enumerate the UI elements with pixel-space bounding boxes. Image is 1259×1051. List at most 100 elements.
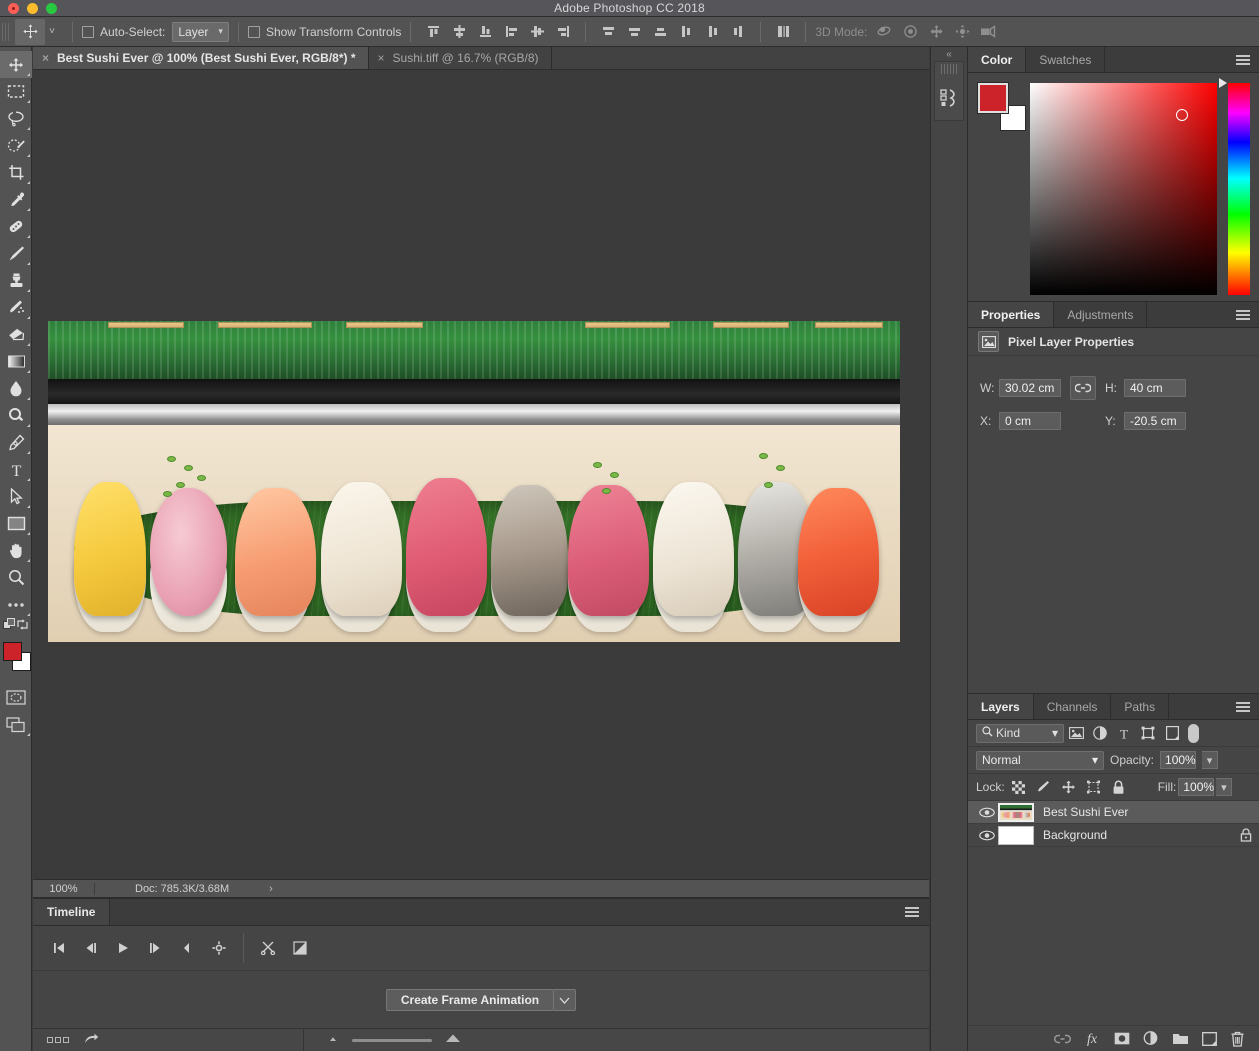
pen-tool[interactable]: [0, 429, 32, 456]
align-bottom-edges-button[interactable]: [472, 21, 498, 43]
auto-select-scope-dropdown[interactable]: Layer ▾: [172, 21, 229, 42]
width-input[interactable]: 30.02 cm: [999, 379, 1061, 397]
layer-name[interactable]: Best Sushi Ever: [1043, 805, 1233, 819]
close-icon[interactable]: ×: [42, 52, 49, 64]
lock-all-icon[interactable]: [1107, 776, 1130, 798]
filter-adjustment-icon[interactable]: [1088, 722, 1112, 744]
lock-artboard-nesting-icon[interactable]: [1082, 776, 1105, 798]
filter-enable-toggle[interactable]: [1188, 723, 1199, 743]
move-tool[interactable]: [0, 51, 32, 78]
foreground-background-colors[interactable]: [0, 638, 32, 678]
canvas-area[interactable]: [33, 70, 929, 879]
align-top-edges-button[interactable]: [420, 21, 446, 43]
quick-selection-tool[interactable]: [0, 132, 32, 159]
spot-healing-brush-tool[interactable]: [0, 213, 32, 240]
hand-tool[interactable]: [0, 537, 32, 564]
eraser-tool[interactable]: [0, 321, 32, 348]
brush-tool[interactable]: [0, 240, 32, 267]
tool-preset-chevron-icon[interactable]: ˅: [45, 26, 59, 37]
color-picker-cursor[interactable]: [1176, 109, 1188, 121]
timeline-panel-menu-icon[interactable]: [905, 907, 919, 917]
fill-input[interactable]: 100%: [1178, 778, 1215, 796]
default-colors-icon[interactable]: [3, 618, 16, 634]
layers-panel-menu-icon[interactable]: [1236, 702, 1250, 712]
align-horizontal-centers-button[interactable]: [524, 21, 550, 43]
render-video-icon[interactable]: [83, 1033, 99, 1048]
auto-select-checkbox[interactable]: [82, 25, 94, 38]
link-layers-icon[interactable]: [1054, 1034, 1071, 1044]
libraries-icon[interactable]: [935, 76, 963, 120]
go-to-first-frame-button[interactable]: [43, 931, 75, 965]
distribute-vertical-centers-button[interactable]: [621, 21, 647, 43]
split-clip-scissors-icon[interactable]: [252, 931, 284, 965]
tab-channels[interactable]: Channels: [1034, 694, 1112, 719]
distribute-left-edges-button[interactable]: [673, 21, 699, 43]
document-tab-best-sushi-ever[interactable]: × Best Sushi Ever @ 100% (Best Sushi Eve…: [33, 47, 369, 69]
tab-properties[interactable]: Properties: [968, 302, 1055, 327]
zoom-level[interactable]: 100%: [33, 882, 95, 895]
table-row[interactable]: Background: [968, 824, 1259, 847]
link-icon[interactable]: [1070, 376, 1096, 400]
status-expand-icon[interactable]: ›: [269, 883, 273, 895]
height-input[interactable]: 40 cm: [1124, 379, 1186, 397]
distribute-right-edges-button[interactable]: [725, 21, 751, 43]
pan-3d-icon[interactable]: [923, 21, 949, 43]
filter-pixel-icon[interactable]: [1064, 722, 1088, 744]
foreground-color-swatch[interactable]: [3, 642, 22, 661]
layer-name[interactable]: Background: [1043, 828, 1233, 842]
new-fill-adjustment-icon[interactable]: [1143, 1031, 1159, 1046]
layer-thumbnail[interactable]: [998, 825, 1034, 845]
blur-tool[interactable]: [0, 375, 32, 402]
slide-3d-icon[interactable]: [949, 21, 975, 43]
crop-tool[interactable]: [0, 159, 32, 186]
show-transform-controls-checkbox[interactable]: [247, 25, 260, 38]
transition-button[interactable]: [284, 931, 316, 965]
timeline-settings-gear-icon[interactable]: [203, 931, 235, 965]
filter-smart-object-icon[interactable]: [1160, 722, 1184, 744]
create-frame-animation-button[interactable]: Create Frame Animation: [385, 989, 555, 1011]
gradient-tool[interactable]: [0, 348, 32, 375]
previous-frame-button[interactable]: [75, 931, 107, 965]
edit-toolbar-tool[interactable]: [0, 591, 32, 618]
fill-chevron-down-icon[interactable]: ▾: [1216, 778, 1233, 796]
eyedropper-tool[interactable]: [0, 186, 32, 213]
new-group-icon[interactable]: [1172, 1032, 1189, 1045]
lock-image-pixels-icon[interactable]: [1032, 776, 1055, 798]
filter-kind-dropdown[interactable]: Kind ▾: [976, 723, 1064, 743]
y-input[interactable]: -20.5 cm: [1124, 412, 1186, 430]
timeline-zoom-slider[interactable]: [303, 1028, 462, 1051]
distribute-bottom-edges-button[interactable]: [647, 21, 673, 43]
rectangular-marquee-tool[interactable]: [0, 78, 32, 105]
expand-panels-icon[interactable]: «: [931, 47, 967, 61]
align-right-edges-button[interactable]: [550, 21, 576, 43]
layer-mask-icon[interactable]: [1114, 1032, 1130, 1045]
tab-paths[interactable]: Paths: [1111, 694, 1170, 719]
align-vertical-centers-button[interactable]: [446, 21, 472, 43]
distribute-top-edges-button[interactable]: [595, 21, 621, 43]
play-button[interactable]: [107, 931, 139, 965]
roll-3d-icon[interactable]: [897, 21, 923, 43]
close-icon[interactable]: ×: [378, 52, 385, 64]
color-picker-field[interactable]: [1030, 83, 1217, 295]
zoom-slider-track[interactable]: [352, 1038, 432, 1042]
opacity-input[interactable]: 100%: [1160, 751, 1197, 769]
audio-mute-button[interactable]: [171, 931, 203, 965]
artboard[interactable]: [48, 321, 900, 642]
lock-transparent-pixels-icon[interactable]: [1007, 776, 1030, 798]
table-row[interactable]: Best Sushi Ever: [968, 801, 1259, 824]
new-layer-icon[interactable]: [1202, 1031, 1217, 1046]
tab-timeline[interactable]: Timeline: [33, 899, 111, 925]
hue-slider[interactable]: [1219, 78, 1250, 295]
history-brush-tool[interactable]: [0, 294, 32, 321]
filter-shape-icon[interactable]: [1136, 722, 1160, 744]
filter-type-icon[interactable]: T: [1112, 722, 1136, 744]
distribute-horizontal-centers-button[interactable]: [699, 21, 725, 43]
align-left-edges-button[interactable]: [498, 21, 524, 43]
dodge-tool[interactable]: [0, 402, 32, 429]
document-tab-sushi-tiff[interactable]: × Sushi.tiff @ 16.7% (RGB/8): [368, 47, 552, 69]
path-selection-tool[interactable]: [0, 483, 32, 510]
layer-style-fx-icon[interactable]: fx: [1084, 1031, 1101, 1046]
screen-mode-button[interactable]: [0, 711, 32, 738]
layer-thumbnail[interactable]: [998, 802, 1034, 822]
properties-panel-menu-icon[interactable]: [1236, 310, 1250, 320]
